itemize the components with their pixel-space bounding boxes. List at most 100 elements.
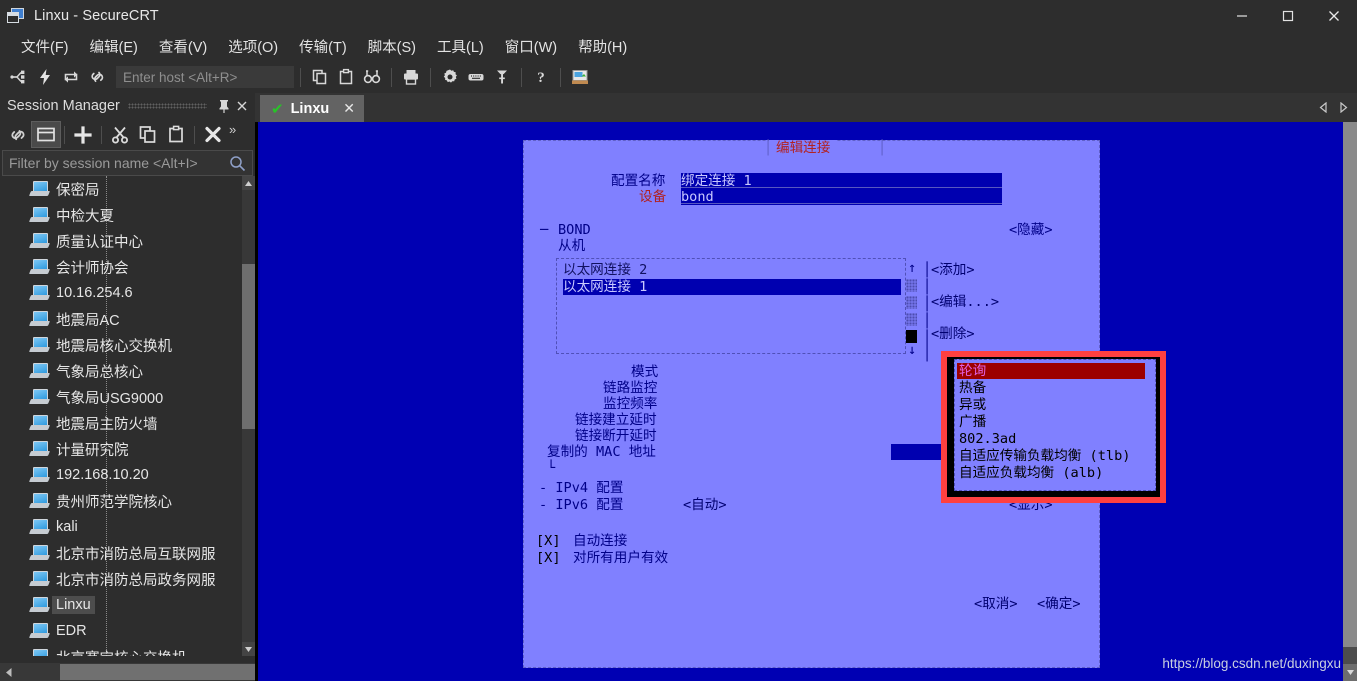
bond-mode-dropdown[interactable]: 轮询 热备 异或 广播 802.3ad 自适应传输负载均衡 (tlb) 自适应负载均衡 (a…	[954, 359, 1156, 491]
bond-mode-option[interactable]: 自适应传输负载均衡 (tlb)	[959, 448, 1130, 464]
session-list-item[interactable]: Linxu	[0, 592, 242, 618]
pin-icon[interactable]	[215, 96, 233, 116]
tab-linxu[interactable]: ✔ Linxu ✕	[260, 95, 364, 122]
menu-options[interactable]: 选项(O)	[219, 33, 287, 60]
menu-file[interactable]: 文件(F)	[12, 33, 78, 60]
terminal-scrollbar[interactable]	[1343, 122, 1357, 681]
slave-edit-button[interactable]: <编辑...>	[931, 294, 999, 310]
session-list-item[interactable]: 气象局USG9000	[0, 384, 242, 410]
find-icon[interactable]	[359, 64, 385, 90]
bond-mode-option[interactable]: 802.3ad	[959, 431, 1016, 447]
session-list-item[interactable]: 质量认证中心	[0, 228, 242, 254]
session-list-item[interactable]: 地震局主防火墙	[0, 410, 242, 436]
session-list-item[interactable]: 192.168.10.20	[0, 462, 242, 488]
cut-icon[interactable]	[106, 122, 134, 147]
quick-connect-icon[interactable]	[32, 64, 58, 90]
window-icon[interactable]	[31, 121, 61, 148]
session-list-scrollbar[interactable]	[242, 176, 255, 656]
slave-scroll-track[interactable]	[906, 313, 917, 326]
terminal-scroll-down-button[interactable]	[1343, 664, 1357, 681]
help-icon[interactable]: ?	[528, 64, 554, 90]
session-list-item[interactable]: kali	[0, 514, 242, 540]
scrollbar-thumb[interactable]	[242, 264, 255, 429]
connect-icon[interactable]	[6, 64, 32, 90]
menu-view[interactable]: 查看(V)	[150, 33, 216, 60]
bond-mode-option[interactable]: 自适应负载均衡 (alb)	[959, 465, 1103, 481]
session-list-item[interactable]: 气象局总核心	[0, 358, 242, 384]
close-button[interactable]	[1311, 0, 1357, 32]
connect-url-icon[interactable]	[84, 64, 110, 90]
session-list-item[interactable]: 计量研究院	[0, 436, 242, 462]
settings-icon[interactable]	[437, 64, 463, 90]
session-list-item[interactable]: 北京市消防总局互联网服	[0, 540, 242, 566]
tab-close-icon[interactable]: ✕	[343, 100, 355, 117]
maximize-button[interactable]	[1265, 0, 1311, 32]
section-collapse-icon[interactable]: ─	[540, 222, 548, 238]
link-icon[interactable]	[4, 122, 32, 147]
terminal-screen[interactable]: │ 编辑连接 │ 配置名称 绑定连接 1 设备 bond ─ BOND 从机 <…	[258, 122, 1343, 681]
session-list-item[interactable]: 会计师协会	[0, 254, 242, 280]
slave-delete-button[interactable]: <删除>	[931, 326, 975, 342]
keyboard-icon[interactable]	[463, 64, 489, 90]
session-list-item[interactable]: 中检大夏	[0, 202, 242, 228]
session-list-item[interactable]: EDR	[0, 618, 242, 644]
menu-transfer[interactable]: 传输(T)	[290, 33, 356, 60]
session-list-hscrollbar[interactable]	[0, 663, 550, 681]
print-icon[interactable]	[398, 64, 424, 90]
session-list-item[interactable]: 10.16.254.6	[0, 280, 242, 306]
paste-icon[interactable]	[333, 64, 359, 90]
host-input[interactable]: Enter host <Alt+R>	[116, 66, 294, 88]
paste-icon[interactable]	[162, 122, 190, 147]
slave-scroll-track[interactable]	[906, 279, 917, 292]
close-icon[interactable]	[233, 96, 251, 116]
tab-prev-button[interactable]	[1313, 93, 1333, 122]
scroll-down-button[interactable]	[242, 642, 255, 656]
tab-next-button[interactable]	[1333, 93, 1353, 122]
section-toggle-hide[interactable]: <隐藏>	[1009, 222, 1053, 238]
panel-drag-grip[interactable]	[127, 103, 207, 109]
copy-icon[interactable]	[134, 122, 162, 147]
session-list-item[interactable]: 北京市消防总局政务网服	[0, 566, 242, 592]
session-list-item[interactable]: 地震局核心交换机	[0, 332, 242, 358]
hscroll-left-button[interactable]	[0, 663, 17, 681]
terminal-scrollbar-thumb[interactable]	[1343, 122, 1357, 647]
menu-edit[interactable]: 编辑(E)	[81, 33, 147, 60]
copy-icon[interactable]	[307, 64, 333, 90]
bond-mode-option[interactable]: 轮询	[957, 363, 1145, 380]
ipv6-row-label[interactable]: - IPv6 配置	[539, 497, 623, 513]
ipv4-row-label[interactable]: - IPv4 配置	[539, 480, 623, 496]
session-list-item[interactable]: 保密局	[0, 176, 242, 202]
session-list-item[interactable]: 贵州师范学院核心	[0, 488, 242, 514]
menu-tools[interactable]: 工具(L)	[428, 33, 493, 60]
toolbar-overflow-icon[interactable]: »	[229, 122, 236, 137]
filter-input[interactable]: Filter by session name <Alt+I>	[2, 150, 253, 176]
session-list-item[interactable]: 北京赛宝核心交换机	[0, 644, 242, 656]
slave-scroll-down[interactable]: ↓	[908, 342, 916, 358]
key-icon[interactable]	[489, 64, 515, 90]
terminal-view[interactable]: │ 编辑连接 │ 配置名称 绑定连接 1 设备 bond ─ BOND 从机 <…	[255, 122, 1357, 681]
menu-script[interactable]: 脚本(S)	[359, 33, 425, 60]
hscroll-track[interactable]	[17, 663, 550, 681]
slave-row-0[interactable]: 以太网连接 2	[563, 262, 901, 278]
bond-mode-option[interactable]: 广播	[959, 414, 986, 430]
session-list[interactable]: 保密局 中检大夏 质量认证中心 会计师协会 10.16.254.6 地震局AC 地震局核心交…	[0, 176, 255, 656]
menu-window[interactable]: 窗口(W)	[496, 33, 566, 60]
ok-button[interactable]: <确定>	[1037, 596, 1081, 612]
new-session-icon[interactable]	[69, 122, 97, 147]
slave-scroll-up[interactable]: ↑	[908, 260, 916, 276]
slave-add-button[interactable]: <添加>	[931, 262, 975, 278]
cancel-button[interactable]: <取消>	[974, 596, 1018, 612]
bond-mode-option[interactable]: 热备	[959, 380, 986, 396]
delete-icon[interactable]	[199, 122, 227, 147]
session-list-item[interactable]: 地震局AC	[0, 306, 242, 332]
slave-row-1[interactable]: 以太网连接 1	[563, 279, 901, 296]
reconnect-icon[interactable]	[58, 64, 84, 90]
bond-mode-option[interactable]: 异或	[959, 397, 986, 413]
menu-help[interactable]: 帮助(H)	[569, 33, 636, 60]
ipv6-mode-value[interactable]: <自动>	[683, 497, 727, 513]
slave-scroll-track[interactable]	[906, 296, 917, 309]
checkbox-allusers-mark[interactable]: [X]	[536, 550, 561, 566]
scroll-up-button[interactable]	[242, 176, 255, 190]
checkbox-autoconnect-mark[interactable]: [X]	[536, 533, 561, 549]
minimize-button[interactable]	[1219, 0, 1265, 32]
